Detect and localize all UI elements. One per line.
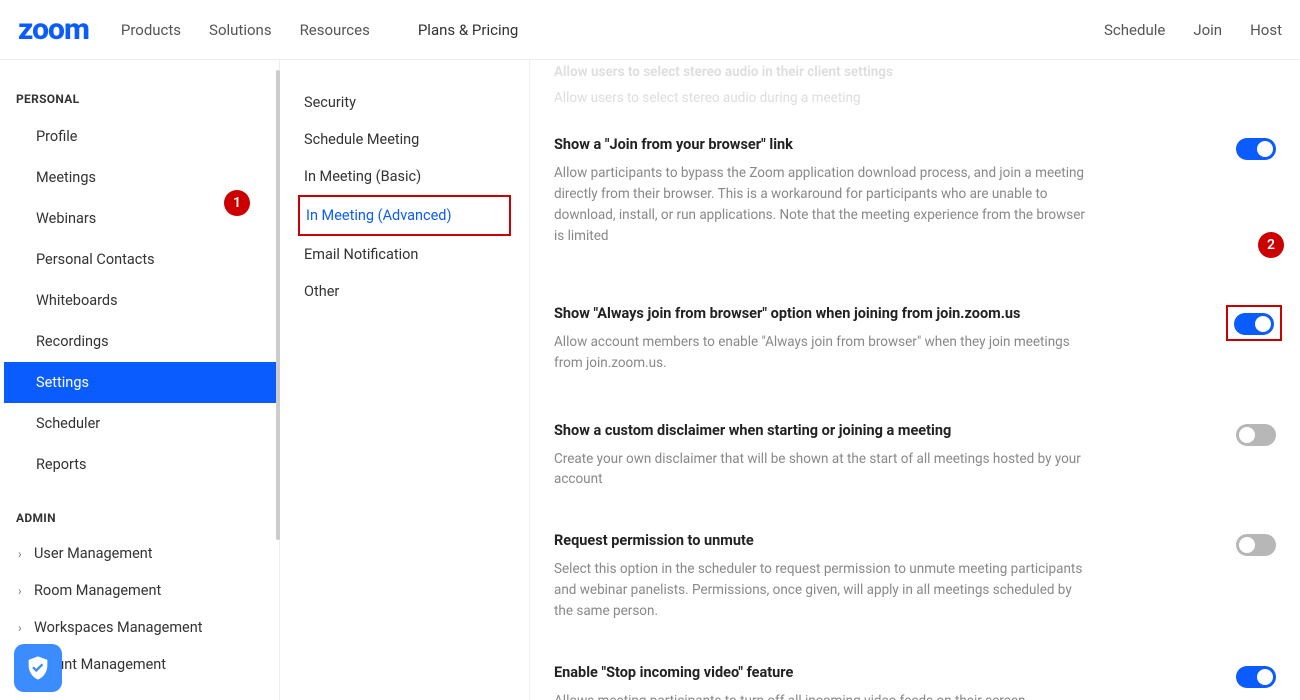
sidebar-item-personal-contacts[interactable]: Personal Contacts xyxy=(4,239,279,280)
setting-custom-disclaimer: Show a custom disclaimer when starting o… xyxy=(554,392,1276,509)
sidebar-item-room-management[interactable]: › Room Management xyxy=(0,572,279,609)
sidebar-item-scheduler[interactable]: Scheduler xyxy=(4,403,279,444)
setting-title: Show "Always join from browser" option w… xyxy=(554,305,1094,322)
chevron-right-icon: › xyxy=(18,547,28,561)
toggle-always-join-browser[interactable] xyxy=(1234,313,1274,335)
ghost-prev-setting-title: Allow users to select stereo audio in th… xyxy=(554,60,1276,86)
setting-desc: Create your own disclaimer that will be … xyxy=(554,449,1094,491)
shield-badge[interactable] xyxy=(14,644,62,692)
sidebar: PERSONAL Profile Meetings Webinars Perso… xyxy=(0,60,280,700)
sidebar-item-label: Room Management xyxy=(34,582,161,599)
subnav-schedule-meeting[interactable]: Schedule Meeting xyxy=(298,121,511,158)
subnav-security[interactable]: Security xyxy=(298,84,511,121)
nav-join[interactable]: Join xyxy=(1193,21,1222,39)
toggle-stop-incoming-video[interactable] xyxy=(1236,666,1276,688)
nav-host[interactable]: Host xyxy=(1250,21,1282,39)
toggle-custom-disclaimer[interactable] xyxy=(1236,424,1276,446)
sidebar-item-recordings[interactable]: Recordings xyxy=(4,321,279,362)
chevron-right-icon: › xyxy=(18,621,28,635)
setting-title: Request permission to unmute xyxy=(554,532,1094,549)
settings-content: Allow users to select stereo audio in th… xyxy=(530,60,1300,700)
nav-solutions[interactable]: Solutions xyxy=(209,21,272,39)
nav-links: Products Solutions Resources xyxy=(121,21,370,39)
setting-desc: Allow participants to bypass the Zoom ap… xyxy=(554,163,1094,247)
nav-schedule[interactable]: Schedule xyxy=(1104,21,1165,39)
setting-stop-incoming-video: Enable "Stop incoming video" feature All… xyxy=(554,640,1276,700)
annotation-1: 1 xyxy=(224,190,250,216)
zoom-logo: zoom xyxy=(18,12,89,47)
toggle-request-unmute[interactable] xyxy=(1236,534,1276,556)
sidebar-section-personal: PERSONAL xyxy=(0,80,279,116)
nav-resources[interactable]: Resources xyxy=(300,21,370,39)
nav-products[interactable]: Products xyxy=(121,21,181,39)
annotation-2: 2 xyxy=(1258,232,1284,258)
subnav-in-meeting-advanced[interactable]: In Meeting (Advanced) xyxy=(298,195,511,236)
setting-always-join-browser: Show "Always join from browser" option w… xyxy=(554,265,1276,392)
sidebar-item-label: User Management xyxy=(34,545,153,562)
setting-join-from-browser: Show a "Join from your browser" link All… xyxy=(554,112,1276,265)
setting-title: Show a custom disclaimer when starting o… xyxy=(554,422,1094,439)
subnav-in-meeting-basic[interactable]: In Meeting (Basic) xyxy=(298,158,511,195)
setting-desc: Allow account members to enable "Always … xyxy=(554,332,1094,374)
setting-request-unmute: Request permission to unmute Select this… xyxy=(554,508,1276,640)
settings-subnav: Security Schedule Meeting In Meeting (Ba… xyxy=(280,60,530,700)
sidebar-item-whiteboards[interactable]: Whiteboards xyxy=(4,280,279,321)
setting-title: Enable "Stop incoming video" feature xyxy=(554,664,1025,681)
setting-desc: Select this option in the scheduler to r… xyxy=(554,559,1094,622)
sidebar-section-admin: ADMIN xyxy=(0,499,279,535)
setting-title: Show a "Join from your browser" link xyxy=(554,136,1094,153)
top-nav: zoom Products Solutions Resources Plans … xyxy=(0,0,1300,60)
chevron-right-icon: › xyxy=(18,584,28,598)
setting-desc: Allows meeting participants to turn off … xyxy=(554,691,1025,700)
sidebar-item-workspaces-management[interactable]: › Workspaces Management xyxy=(0,609,279,646)
sidebar-item-label: ount Management xyxy=(48,656,166,673)
annotation-box-2 xyxy=(1226,305,1282,341)
subnav-other[interactable]: Other xyxy=(298,273,511,310)
ghost-prev-setting-desc: Allow users to select stereo audio durin… xyxy=(554,86,1276,112)
sidebar-item-label: Workspaces Management xyxy=(34,619,202,636)
sidebar-item-user-management[interactable]: › User Management xyxy=(0,535,279,572)
sidebar-item-profile[interactable]: Profile xyxy=(4,116,279,157)
shield-check-icon xyxy=(24,654,52,682)
page-body: PERSONAL Profile Meetings Webinars Perso… xyxy=(0,60,1300,700)
sidebar-item-settings[interactable]: Settings xyxy=(4,362,279,403)
toggle-join-from-browser[interactable] xyxy=(1236,138,1276,160)
nav-right: Schedule Join Host xyxy=(1104,21,1282,39)
sidebar-item-reports[interactable]: Reports xyxy=(4,444,279,485)
subnav-email-notification[interactable]: Email Notification xyxy=(298,236,511,273)
nav-plans-pricing[interactable]: Plans & Pricing xyxy=(418,21,518,39)
